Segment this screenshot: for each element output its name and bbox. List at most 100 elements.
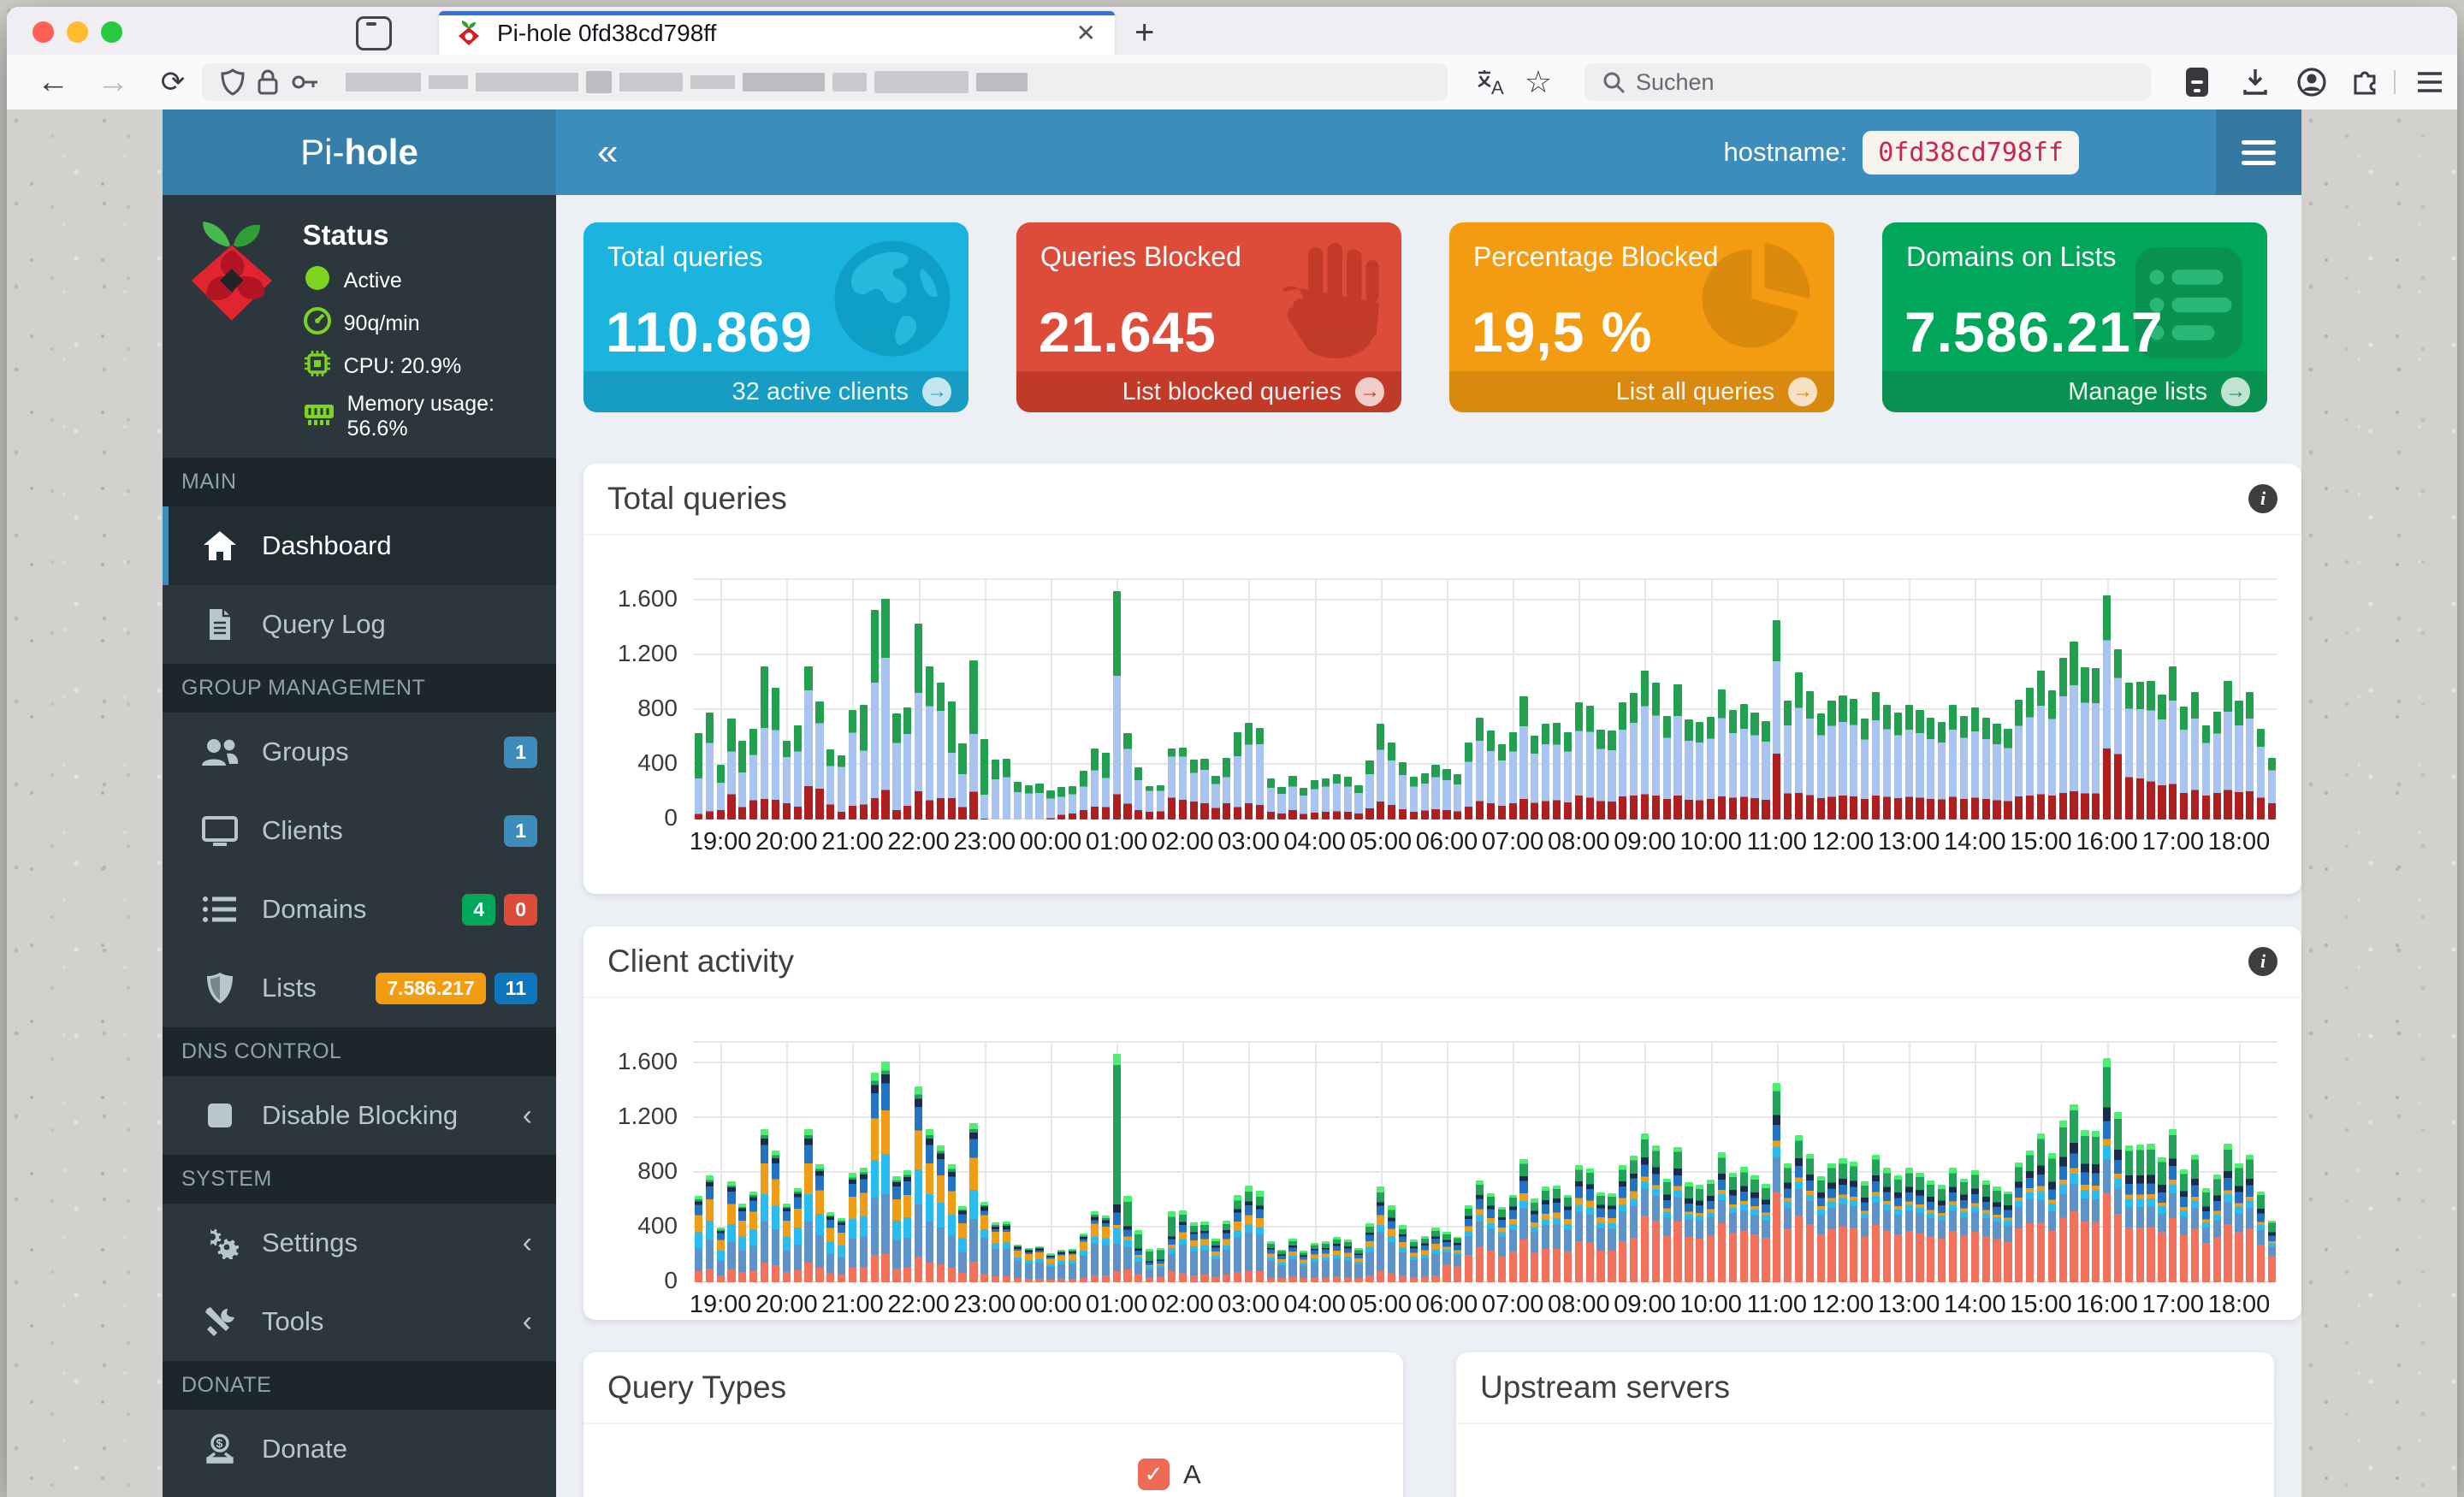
x-tick-label: 17:00 — [2141, 828, 2205, 855]
minimize-window-button[interactable] — [67, 21, 88, 43]
bar — [1717, 689, 1727, 820]
downloads-icon[interactable] — [2233, 55, 2277, 109]
bar — [1673, 684, 1682, 820]
bar — [1156, 1248, 1165, 1282]
window-controls[interactable] — [33, 21, 122, 43]
sidebar-item-settings[interactable]: Settings ‹ — [163, 1204, 556, 1282]
sidebar-item-clients[interactable]: Clients 1 — [163, 791, 556, 870]
sidebar-item-dashboard[interactable]: Dashboard — [163, 506, 556, 585]
bookmark-star-icon[interactable]: ☆ — [1518, 55, 1559, 109]
bar — [1486, 1193, 1496, 1282]
desktop: Pi-hole 0fd38cd798ff ✕ + ← → ⟳ A ☆ Suche… — [0, 0, 2464, 1497]
sidebar-item-donate[interactable]: $ Donate — [163, 1410, 556, 1488]
bar — [1508, 731, 1517, 820]
bar — [2235, 1163, 2243, 1282]
x-tick-label: 08:00 — [1548, 828, 1610, 855]
sidebar-item-disable-blocking[interactable]: Disable Blocking ‹ — [163, 1076, 556, 1155]
card-footer-link[interactable]: 32 active clients → — [583, 371, 968, 412]
bar — [1739, 1166, 1748, 1282]
card-footer-link[interactable]: List all queries → — [1449, 371, 1834, 412]
bar — [782, 1204, 791, 1282]
bar — [980, 1202, 989, 1282]
summary-card-queries-blocked: Queries Blocked 21.645 List blocked querie… — [1016, 222, 1401, 412]
back-icon[interactable]: ← — [33, 55, 74, 109]
bar — [1002, 1221, 1011, 1282]
y-tick-label: 0 — [664, 1267, 678, 1293]
close-window-button[interactable] — [33, 21, 54, 43]
key-icon[interactable] — [291, 68, 320, 96]
pihole-logo[interactable]: Pi-hole — [163, 109, 556, 195]
bar — [947, 1164, 956, 1282]
account-icon[interactable] — [2289, 55, 2334, 109]
tablet-device-icon[interactable] — [2175, 55, 2219, 109]
bar — [2047, 1152, 2056, 1282]
bar — [925, 666, 934, 820]
card-footer-link[interactable]: List blocked queries → — [1016, 371, 1401, 412]
extensions-puzzle-icon[interactable] — [2343, 55, 2387, 109]
search-input[interactable]: Suchen — [1584, 63, 2151, 101]
panel-title: Upstream servers — [1480, 1370, 1730, 1405]
bar — [1431, 765, 1440, 820]
bar — [1343, 777, 1352, 820]
legend-checkbox[interactable]: ✓ — [1138, 1459, 1170, 1490]
bar — [1762, 1183, 1770, 1282]
bar — [1739, 703, 1748, 820]
bar — [1398, 1224, 1407, 1282]
bar — [1585, 706, 1594, 820]
bar — [1916, 1173, 1924, 1282]
sidebar-item-query-log[interactable]: Query Log — [163, 585, 556, 664]
shield-icon[interactable] — [221, 68, 245, 96]
bar — [1079, 771, 1088, 820]
bar — [1585, 1169, 1594, 1282]
bar — [1475, 717, 1484, 820]
sidebar-item-groups[interactable]: Groups 1 — [163, 713, 556, 791]
lock-icon[interactable] — [257, 68, 279, 96]
forward-icon[interactable]: → — [92, 55, 133, 109]
bar — [958, 1206, 967, 1282]
sidebar-badge: 1 — [504, 736, 537, 768]
bar — [2058, 1121, 2067, 1282]
menu-hamburger-icon[interactable] — [2408, 55, 2452, 109]
bar — [1827, 700, 1836, 820]
bar — [1662, 1179, 1671, 1282]
bar — [1904, 705, 1913, 820]
arrow-right-icon: → — [922, 377, 951, 406]
bar — [2036, 671, 2046, 820]
sidebar-badge: 1 — [504, 814, 537, 847]
bar — [2135, 682, 2144, 820]
total-queries-panel: Total queries i 0 400 800 1.200 1.600 19:00 20… — [583, 464, 2301, 894]
bar — [1519, 696, 1528, 820]
info-icon[interactable]: i — [2248, 484, 2277, 513]
zoom-window-button[interactable] — [101, 21, 122, 43]
translate-icon[interactable]: A — [1472, 55, 1509, 109]
bar — [1167, 1210, 1176, 1282]
sidebar-item-lists[interactable]: Lists 7.586.217 11 — [163, 949, 556, 1027]
info-icon[interactable]: i — [2248, 947, 2277, 976]
bar — [1211, 775, 1220, 820]
bar — [1717, 1152, 1727, 1282]
navbar-menu-button[interactable] — [2216, 109, 2301, 195]
bar — [793, 1187, 802, 1282]
bar — [1773, 620, 1781, 820]
bar — [1629, 1156, 1638, 1282]
sidebar-item-tools[interactable]: Tools ‹ — [163, 1282, 556, 1361]
firefox-view-icon[interactable] — [356, 16, 392, 50]
card-value: 7.586.217 — [1904, 300, 2164, 364]
reload-icon[interactable]: ⟳ — [152, 55, 193, 109]
summary-card-domains-on-lists: Domains on Lists 7.586.217 Manage lists → — [1882, 222, 2267, 412]
bar — [2267, 1221, 2277, 1282]
x-tick-label: 02:00 — [1152, 828, 1214, 855]
url-bar[interactable] — [202, 63, 1448, 101]
bar — [1959, 716, 1969, 820]
bar — [1311, 1242, 1319, 1282]
tab-close-icon[interactable]: ✕ — [1076, 19, 1096, 47]
sidebar-item-domains[interactable]: Domains 4 0 — [163, 870, 556, 949]
bar — [1134, 1230, 1143, 1282]
sidebar-badge: 11 — [494, 972, 537, 1004]
sidebar-collapse-icon[interactable]: « — [597, 109, 618, 195]
sidebar-section-label: MAIN — [163, 458, 556, 506]
x-tick-label: 05:00 — [1349, 1291, 1413, 1318]
browser-tab[interactable]: Pi-hole 0fd38cd798ff ✕ — [439, 11, 1115, 55]
new-tab-button[interactable]: + — [1134, 14, 1154, 52]
card-footer-link[interactable]: Manage lists → — [1882, 371, 2267, 412]
